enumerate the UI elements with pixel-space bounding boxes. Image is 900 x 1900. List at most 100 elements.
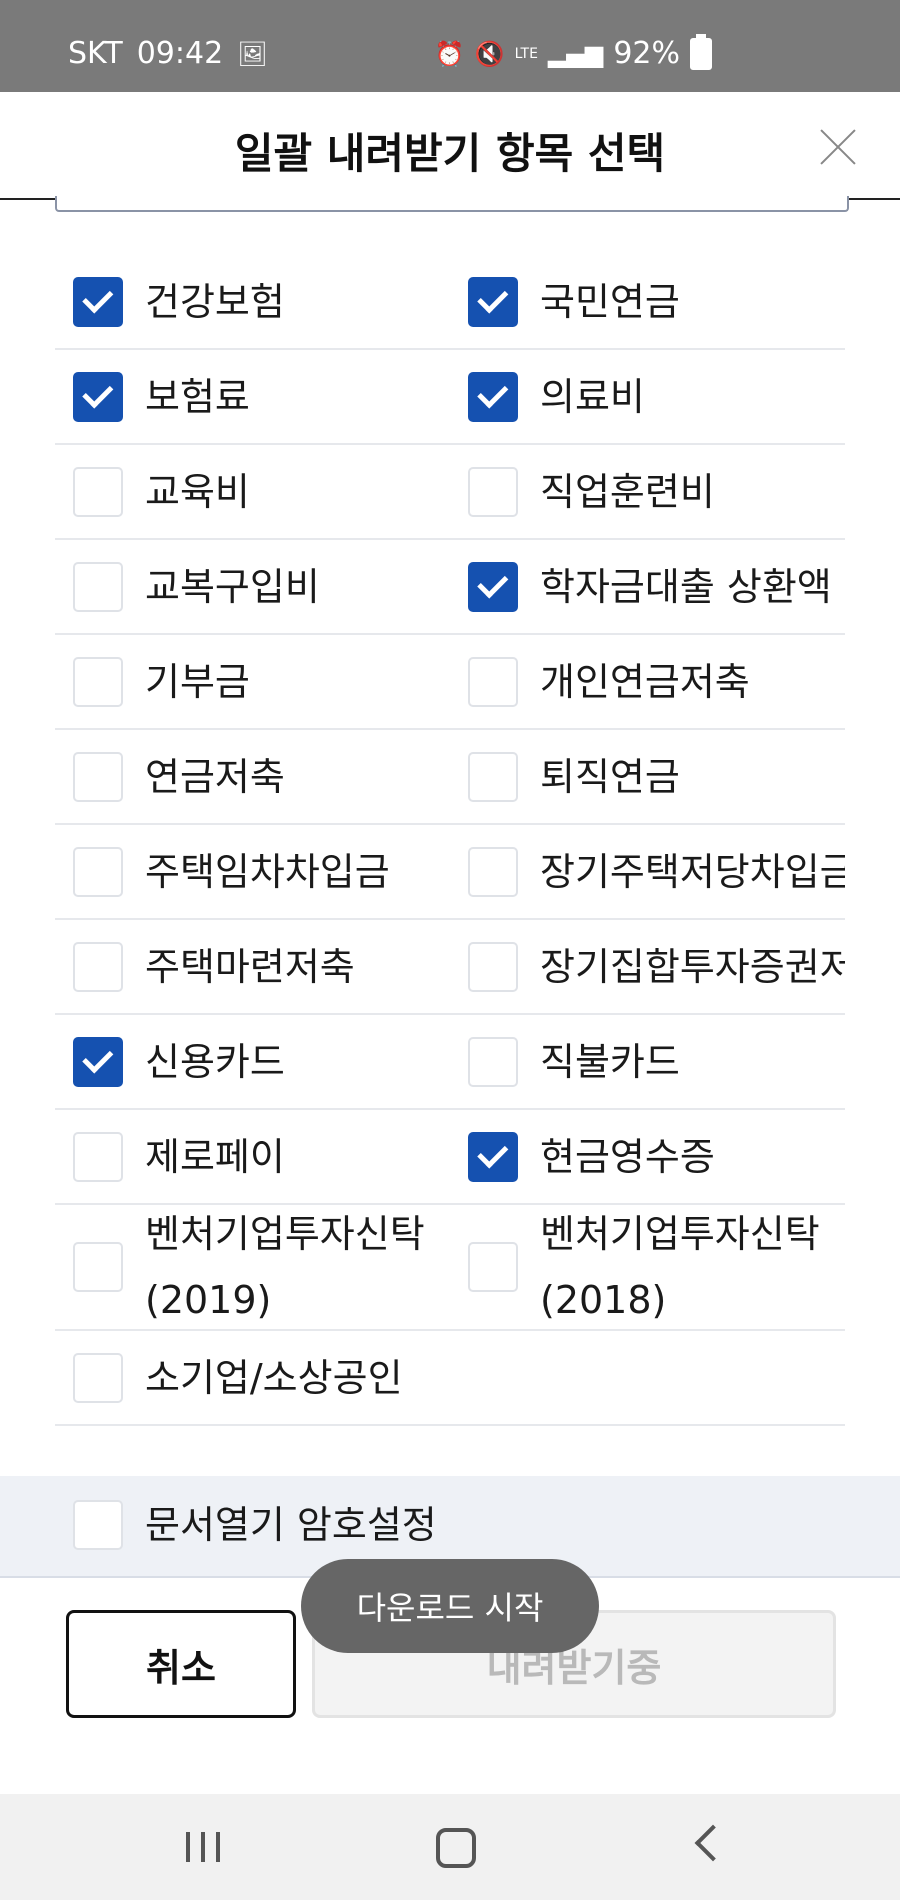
- checkbox-item[interactable]: 장기집합투자증권저: [450, 920, 845, 1013]
- item-row: 보험료 의료비: [55, 350, 845, 445]
- item-row: 주택임차차입금 장기주택저당차입금: [55, 825, 845, 920]
- item-row: 교복구입비 학자금대출 상환액: [55, 540, 845, 635]
- checkbox-item[interactable]: 벤처기업투자신탁 (2018): [450, 1205, 845, 1329]
- checkbox[interactable]: [73, 656, 123, 707]
- checkbox-label: 현금영수증: [540, 1134, 715, 1179]
- recent-apps-icon[interactable]: [186, 1832, 220, 1862]
- checkbox-label: 소기업/소상공인: [145, 1355, 403, 1400]
- checkbox-item[interactable]: 직불카드: [450, 1015, 845, 1108]
- checkbox-label: 신용카드: [145, 1039, 285, 1084]
- checkbox[interactable]: [468, 466, 518, 517]
- lte-icon: LTE: [514, 45, 538, 62]
- checkbox-label: 직불카드: [540, 1039, 680, 1084]
- battery-icon: [690, 33, 712, 70]
- checkbox[interactable]: [73, 561, 123, 612]
- status-bar: SKT 09:42 🖼 ⏰ 🔇 LTE ▂▄▆ 92%: [0, 0, 900, 92]
- checkbox-label: 장기주택저당차입금: [540, 849, 845, 894]
- checkbox[interactable]: [468, 846, 518, 897]
- checkbox-item[interactable]: 벤처기업투자신탁 (2019): [55, 1205, 450, 1329]
- cancel-button[interactable]: 취소: [66, 1610, 296, 1718]
- checkbox-item[interactable]: 보험료: [55, 350, 450, 443]
- checkbox[interactable]: [73, 1036, 123, 1087]
- password-option-label: 문서열기 암호설정: [145, 1503, 437, 1547]
- item-row: 연금저축 퇴직연금: [55, 730, 845, 825]
- item-grid: 건강보험 국민연금보험료 의료비교육비 직업훈련비교복구입비 학자금대출 상환액기부금 개…: [55, 255, 845, 1426]
- checkbox-item[interactable]: 학자금대출 상환액: [450, 540, 845, 633]
- checkbox-label: 의료비: [540, 374, 645, 419]
- download-toast: 다운로드 시작: [301, 1559, 599, 1653]
- checkbox[interactable]: [73, 1131, 123, 1182]
- checkbox-item[interactable]: 연금저축: [55, 730, 450, 823]
- checkbox-item[interactable]: 제로페이: [55, 1110, 450, 1203]
- checkbox-item[interactable]: 건강보험: [55, 255, 450, 348]
- checkbox-item[interactable]: 현금영수증: [450, 1110, 845, 1203]
- checkbox-item[interactable]: 교육비: [55, 445, 450, 538]
- checkbox[interactable]: [73, 276, 123, 327]
- empty-cell: [450, 1331, 845, 1424]
- checkbox-label: 기부금: [145, 659, 250, 704]
- checkbox[interactable]: [468, 656, 518, 707]
- checkbox-item[interactable]: 교복구입비: [55, 540, 450, 633]
- checkbox-label: 건강보험: [145, 279, 285, 324]
- checkbox-item[interactable]: 개인연금저축: [450, 635, 845, 728]
- checkbox-item[interactable]: 국민연금: [450, 255, 845, 348]
- checkbox[interactable]: [73, 751, 123, 802]
- alarm-icon: ⏰: [434, 39, 465, 68]
- checkbox[interactable]: [468, 1242, 518, 1292]
- home-icon[interactable]: [436, 1828, 476, 1868]
- item-row: 신용카드 직불카드: [55, 1015, 845, 1110]
- checkbox[interactable]: [468, 941, 518, 992]
- checkbox-item[interactable]: 신용카드: [55, 1015, 450, 1108]
- checkbox-label: 학자금대출 상환액: [540, 564, 832, 609]
- checkbox[interactable]: [73, 466, 123, 517]
- checkbox-label: 교육비: [145, 469, 250, 514]
- item-row: 벤처기업투자신탁 (2019) 벤처기업투자신탁 (2018): [55, 1205, 845, 1331]
- item-row: 주택마련저축 장기집합투자증권저: [55, 920, 845, 1015]
- checkbox-item[interactable]: 기부금: [55, 635, 450, 728]
- checkbox[interactable]: [73, 371, 123, 422]
- search-field-edge: [55, 196, 849, 212]
- checkbox-item[interactable]: 주택임차차입금: [55, 825, 450, 918]
- checkbox[interactable]: [73, 941, 123, 992]
- checkbox[interactable]: [468, 276, 518, 327]
- checkbox[interactable]: [73, 846, 123, 897]
- checkbox-item[interactable]: 직업훈련비: [450, 445, 845, 538]
- item-row: 기부금 개인연금저축: [55, 635, 845, 730]
- checkbox-label: 연금저축: [145, 754, 285, 799]
- signal-icon: ▂▄▆: [547, 39, 604, 68]
- checkbox-label: 주택임차차입금: [145, 849, 390, 894]
- close-icon[interactable]: [818, 128, 858, 168]
- checkbox-item[interactable]: 퇴직연금: [450, 730, 845, 823]
- checkbox-label: 제로페이: [145, 1134, 285, 1179]
- mute-icon: 🔇: [474, 39, 505, 68]
- checkbox[interactable]: [468, 1131, 518, 1182]
- checkbox[interactable]: [73, 1352, 123, 1403]
- checkbox[interactable]: [468, 751, 518, 802]
- image-icon: 🖼: [237, 39, 268, 68]
- dialog-header: 일괄 내려받기 항목 선택: [0, 92, 900, 200]
- checkbox-item[interactable]: 소기업/소상공인: [55, 1331, 450, 1424]
- checkbox-label: 벤처기업투자신탁 (2018): [540, 1212, 820, 1322]
- checkbox-item[interactable]: 의료비: [450, 350, 845, 443]
- checkbox-item[interactable]: 주택마련저축: [55, 920, 450, 1013]
- checkbox[interactable]: [468, 1036, 518, 1087]
- checkbox-label: 교복구입비: [145, 564, 320, 609]
- item-row: 소기업/소상공인: [55, 1331, 845, 1426]
- password-checkbox[interactable]: [73, 1500, 123, 1550]
- item-row: 건강보험 국민연금: [55, 255, 845, 350]
- checkbox-label: 주택마련저축: [145, 944, 355, 989]
- back-icon[interactable]: [694, 1824, 732, 1862]
- navigation-bar: [0, 1794, 900, 1900]
- checkbox-label: 국민연금: [540, 279, 680, 324]
- checkbox-label: 장기집합투자증권저: [540, 944, 845, 989]
- checkbox-label: 직업훈련비: [540, 469, 715, 514]
- battery-percent: 92%: [613, 36, 680, 71]
- checkbox-item[interactable]: 장기주택저당차입금: [450, 825, 845, 918]
- checkbox[interactable]: [468, 561, 518, 612]
- dialog-title: 일괄 내려받기 항목 선택: [234, 129, 666, 178]
- item-row: 교육비 직업훈련비: [55, 445, 845, 540]
- checkbox[interactable]: [468, 371, 518, 422]
- checkbox-label: 벤처기업투자신탁 (2019): [145, 1212, 425, 1322]
- checkbox[interactable]: [73, 1242, 123, 1292]
- checkbox-label: 개인연금저축: [540, 659, 750, 704]
